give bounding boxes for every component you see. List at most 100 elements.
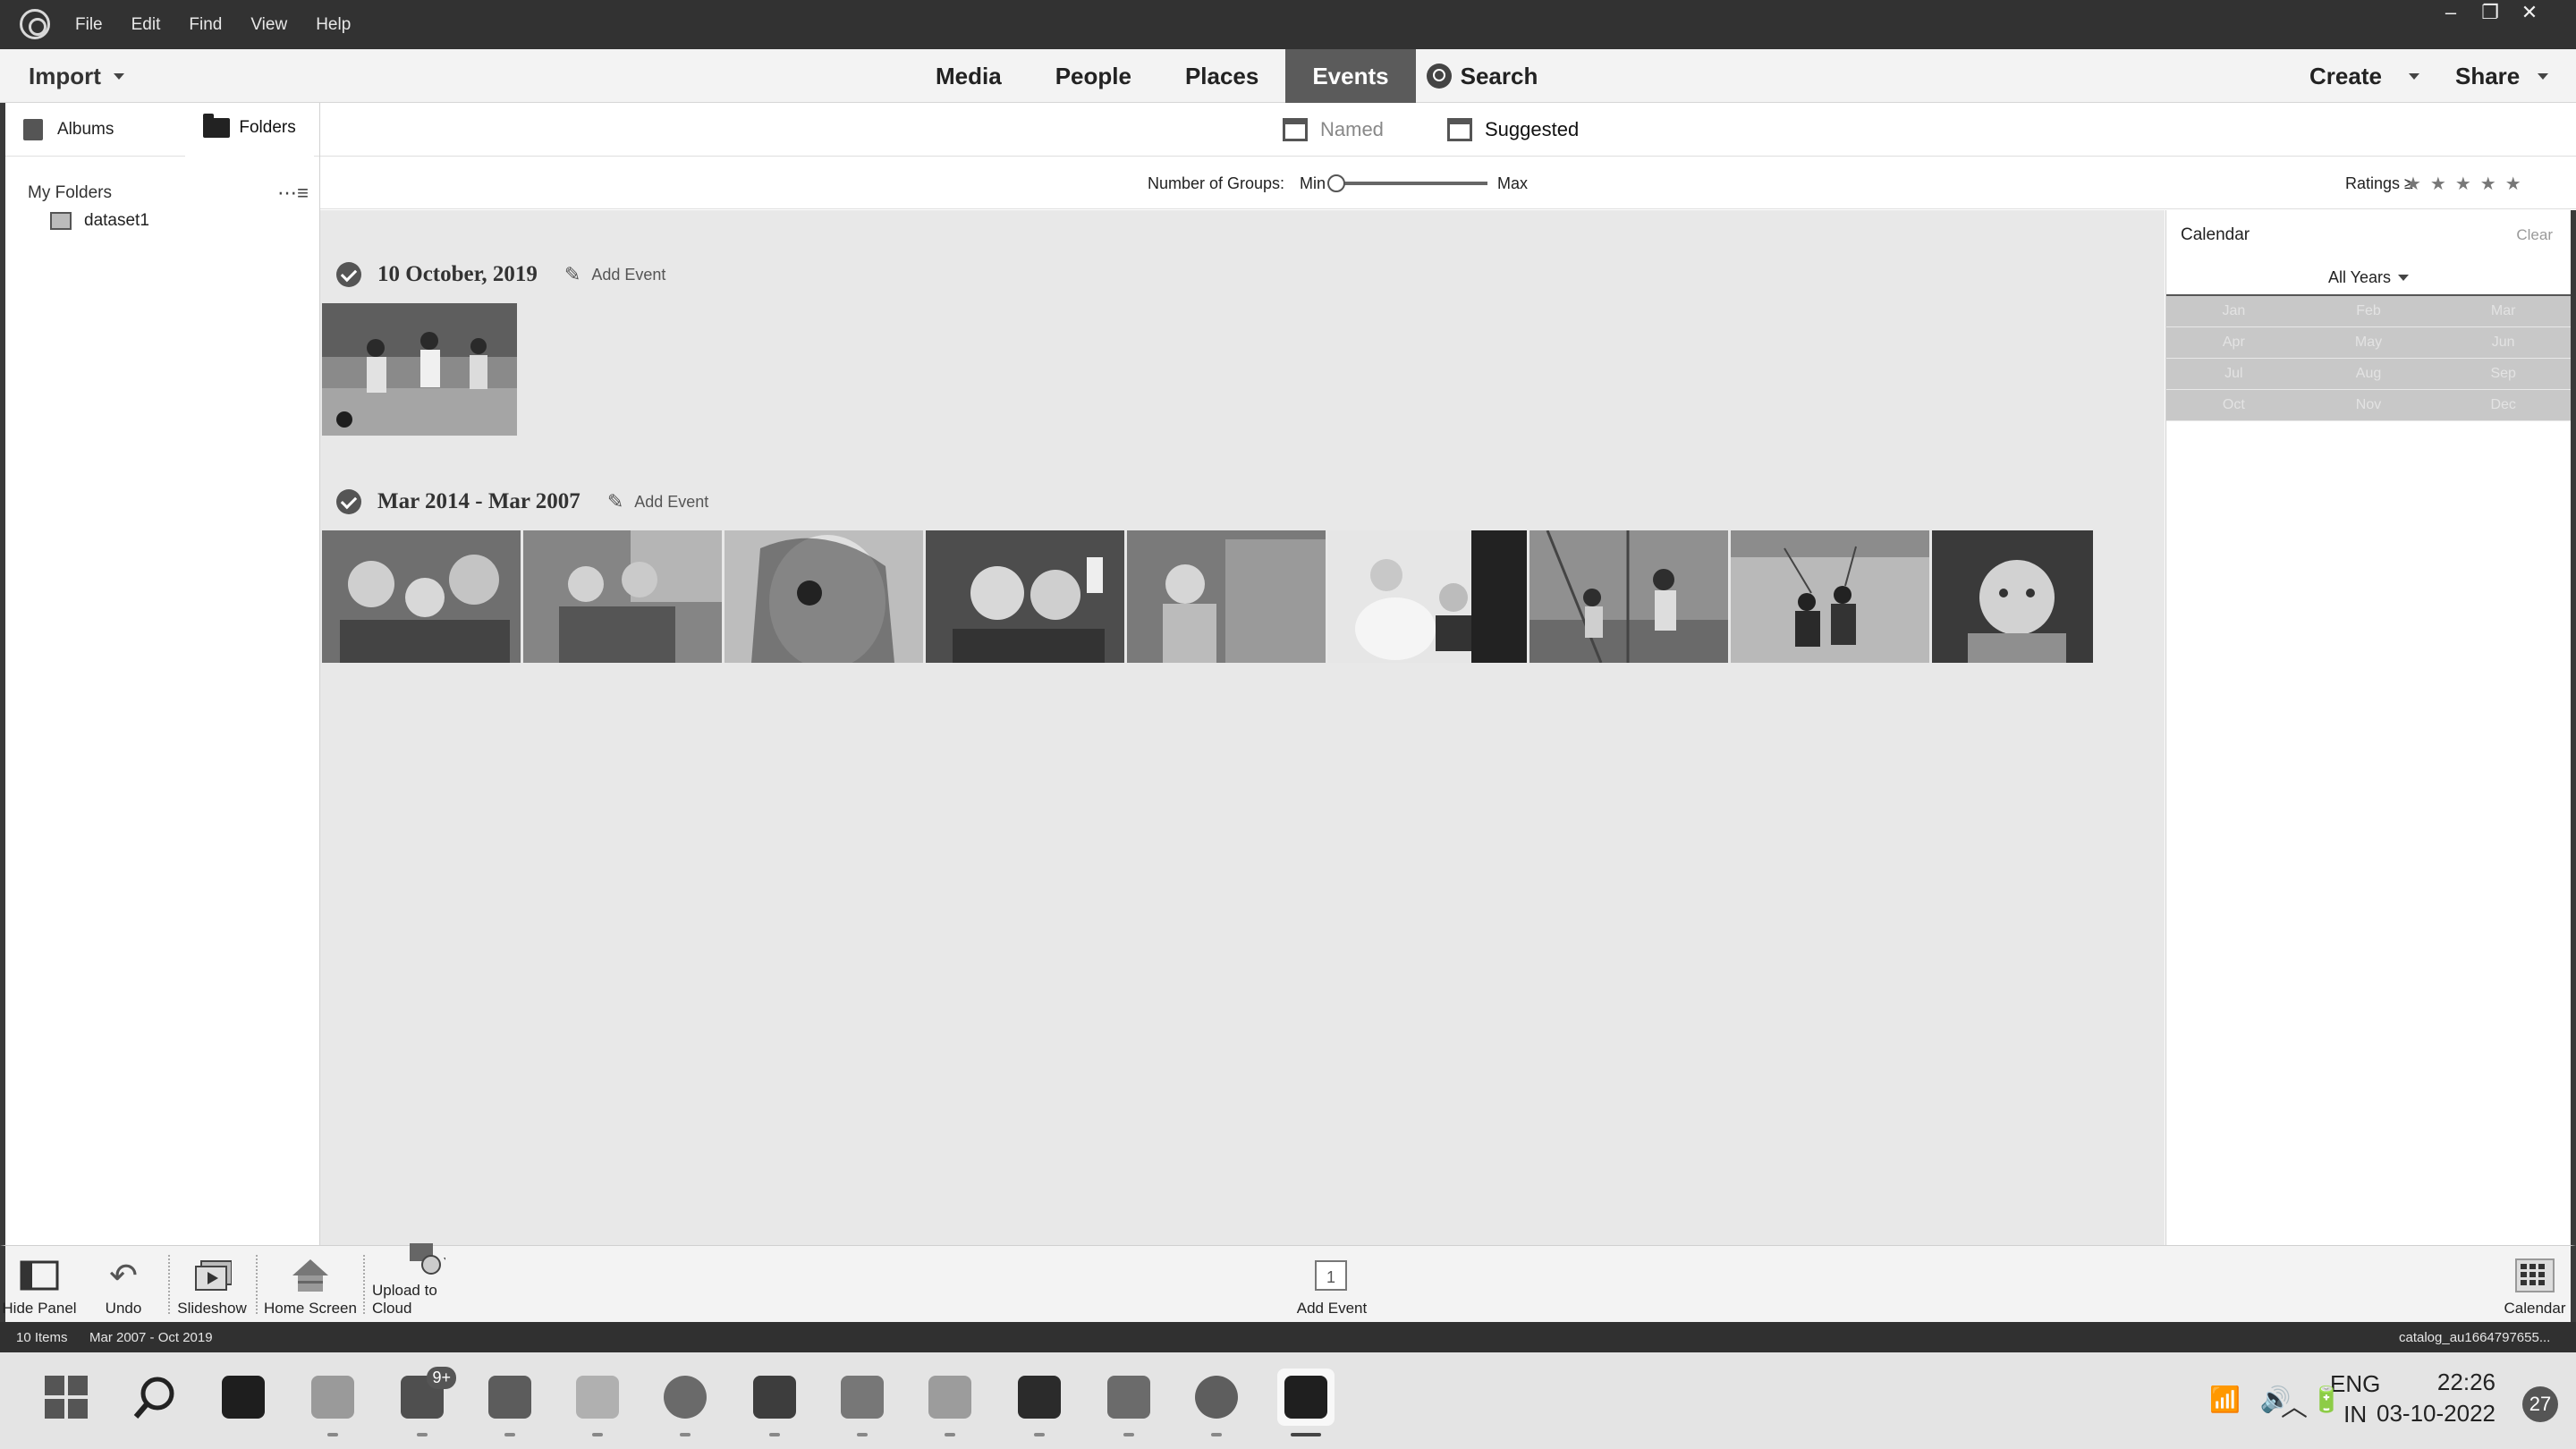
photo-thumbnail[interactable] [1530, 530, 1728, 663]
number-of-groups-label: Number of Groups: [1148, 174, 1285, 192]
taskbar-search-button[interactable] [127, 1368, 184, 1426]
photo-thumbnail[interactable] [724, 530, 923, 663]
photo-thumbnail[interactable] [1127, 530, 1326, 663]
event-thumbnails [322, 530, 2096, 663]
month-cell[interactable]: May [2301, 327, 2436, 358]
search-button[interactable]: Search [1416, 49, 1549, 103]
month-cell[interactable]: Mar [2436, 296, 2571, 326]
menu-help[interactable]: Help [316, 15, 351, 35]
check-circle-icon[interactable] [336, 262, 361, 287]
taskbar-resource-monitor[interactable] [921, 1368, 979, 1436]
month-cell[interactable]: Dec [2436, 390, 2571, 420]
month-cell[interactable]: Sep [2436, 359, 2571, 389]
monitor-chart-icon [928, 1376, 971, 1419]
hide-panel-button[interactable]: Hide Panel [2, 1246, 77, 1323]
create-button[interactable]: Create [2309, 49, 2419, 103]
calendar-toggle-label: Calendar [2504, 1300, 2566, 1317]
photo-thumbnail[interactable] [926, 530, 1124, 663]
upload-to-cloud-button[interactable]: Upload to Cloud [372, 1243, 479, 1323]
add-event-link[interactable]: Add Event [591, 266, 665, 284]
named-label: Named [1320, 118, 1384, 140]
photo-thumbnail[interactable] [1731, 530, 1929, 663]
event-group-header: Mar 2014 - Mar 2007 ✎ Add Event [336, 484, 708, 520]
close-button[interactable]: ✕ [2510, 0, 2549, 25]
taskbar-outlook[interactable] [481, 1368, 538, 1436]
taskbar-slack[interactable] [834, 1368, 891, 1436]
month-cell[interactable]: Oct [2166, 390, 2301, 420]
tab-folders[interactable]: Folders [185, 103, 314, 157]
slideshow-button[interactable]: Slideshow [175, 1246, 249, 1323]
teams-badge: 9+ [427, 1367, 456, 1389]
month-cell[interactable]: Jun [2436, 327, 2571, 358]
pencil-icon[interactable]: ✎ [564, 263, 580, 286]
groups-slider-track[interactable] [1331, 182, 1487, 185]
start-button[interactable] [38, 1368, 95, 1426]
folders-label: Folders [239, 118, 296, 137]
month-cell[interactable]: Jan [2166, 296, 2301, 326]
taskbar-settings[interactable] [1188, 1368, 1245, 1436]
taskbar-file-explorer[interactable] [304, 1368, 361, 1436]
toolbar-divider [363, 1255, 365, 1314]
home-screen-label: Home Screen [264, 1300, 357, 1317]
taskbar-presentation-app[interactable] [1100, 1368, 1157, 1436]
taskbar-teams[interactable]: 9+ [394, 1367, 456, 1436]
folder-item[interactable]: dataset1 [5, 203, 319, 239]
photo-thumbnail[interactable] [1932, 530, 2093, 663]
undo-button[interactable]: ↶ Undo [98, 1246, 148, 1323]
tab-suggested[interactable]: Suggested [1447, 103, 1579, 157]
month-cell[interactable]: Feb [2301, 296, 2436, 326]
image-folder-icon [50, 212, 72, 230]
menu-view[interactable]: View [250, 15, 287, 35]
month-cell[interactable]: Aug [2301, 359, 2436, 389]
clock-time: 22:26 [2436, 1368, 2496, 1395]
add-event-link[interactable]: Add Event [634, 493, 708, 512]
clock[interactable]: 22:26 03-10-2022 [2361, 1368, 2496, 1428]
taskbar-elements-organizer[interactable] [1011, 1368, 1068, 1436]
minimize-button[interactable]: – [2431, 0, 2470, 25]
taskbar-terminal[interactable] [215, 1368, 272, 1426]
wifi-icon[interactable]: 📶 [2209, 1385, 2241, 1414]
groups-slider-handle[interactable] [1327, 174, 1345, 192]
photo-thumbnail[interactable] [1328, 530, 1527, 663]
restore-button[interactable]: ❐ [2470, 0, 2510, 25]
tab-media[interactable]: Media [909, 49, 1029, 103]
svg-text:1: 1 [1326, 1268, 1335, 1286]
taskbar-photoshop-elements[interactable] [1277, 1368, 1335, 1436]
slideshow-label: Slideshow [177, 1300, 247, 1317]
home-screen-button[interactable]: Home Screen [263, 1246, 358, 1323]
photo-thumbnail[interactable] [322, 530, 521, 663]
menu-find[interactable]: Find [189, 15, 222, 35]
taskbar-vscode[interactable] [746, 1368, 803, 1436]
volume-icon[interactable]: 🔊 [2260, 1385, 2292, 1414]
calendar-clear-button[interactable]: Clear [2516, 226, 2553, 244]
month-cell[interactable]: Apr [2166, 327, 2301, 358]
notification-badge[interactable]: 27 [2522, 1386, 2558, 1422]
events-grid: 10 October, 2019 ✎ Add Event Mar 2014 - … [320, 210, 2165, 1245]
month-cell[interactable]: Nov [2301, 390, 2436, 420]
item-count: 10 Items [16, 1329, 68, 1345]
rating-stars[interactable]: ★★★★★ [2405, 157, 2530, 209]
add-event-button[interactable]: 1 Add Event [1292, 1246, 1372, 1323]
battery-icon[interactable]: 🔋 [2311, 1385, 2343, 1414]
photo-thumbnail[interactable] [523, 530, 722, 663]
menu-edit[interactable]: Edit [131, 15, 161, 35]
folder-icon [311, 1376, 354, 1419]
import-button[interactable]: Import [29, 49, 124, 103]
taskbar-chrome[interactable] [657, 1368, 714, 1436]
tab-events[interactable]: Events [1285, 49, 1416, 103]
pencil-icon[interactable]: ✎ [607, 490, 623, 513]
check-circle-icon[interactable] [336, 489, 361, 514]
taskbar-notepad[interactable] [569, 1368, 626, 1436]
tab-albums[interactable]: Albums [5, 103, 131, 157]
share-button[interactable]: Share [2455, 49, 2549, 103]
year-selector[interactable]: All Years [2166, 260, 2571, 296]
photo-thumbnail[interactable] [322, 303, 517, 436]
windows-start-icon [45, 1376, 88, 1419]
list-options-icon[interactable]: ⋯≡ [277, 182, 309, 205]
tab-places[interactable]: Places [1158, 49, 1285, 103]
tab-named[interactable]: Named [1283, 103, 1384, 157]
month-cell[interactable]: Jul [2166, 359, 2301, 389]
menu-file[interactable]: File [75, 15, 103, 35]
calendar-toggle-button[interactable]: Calendar [2499, 1246, 2571, 1323]
tab-people[interactable]: People [1029, 49, 1158, 103]
